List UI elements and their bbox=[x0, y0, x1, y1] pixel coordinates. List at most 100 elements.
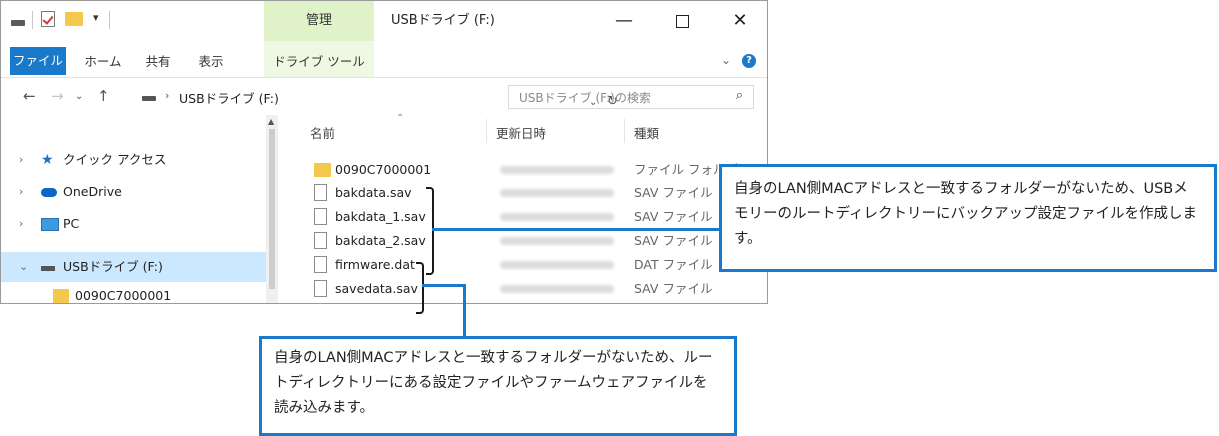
file-type: SAV ファイル bbox=[634, 281, 713, 296]
connector-line bbox=[463, 284, 466, 338]
address-row: ← → ⌄ ↑ › USBドライブ (F:) ⌄ ↻ USBドライブ (F:)の… bbox=[1, 79, 767, 115]
annotation-backup: 自身のLAN側MACアドレスと一致するフォルダーがないため、USBメモリーのルー… bbox=[719, 164, 1217, 272]
minimize-button[interactable]: — bbox=[601, 1, 647, 41]
sidebar-item-label: クイック アクセス bbox=[63, 152, 167, 167]
sidebar-item-label: 0090C7000001 bbox=[75, 288, 172, 303]
date-redacted bbox=[500, 285, 614, 293]
date-redacted bbox=[500, 189, 614, 197]
file-name: bakdata.sav bbox=[335, 185, 412, 200]
drive-icon bbox=[142, 96, 156, 101]
collapse-icon[interactable]: ⌄ bbox=[19, 252, 28, 282]
file-name: savedata.sav bbox=[335, 281, 418, 296]
forward-button[interactable]: → bbox=[51, 87, 64, 105]
expand-icon[interactable]: › bbox=[19, 209, 23, 239]
address-bar[interactable]: › USBドライブ (F:) ⌄ ↻ bbox=[123, 85, 618, 109]
sidebar-item-label: PC bbox=[63, 216, 80, 231]
tab-view[interactable]: 表示 bbox=[191, 49, 231, 75]
date-redacted bbox=[500, 213, 614, 221]
table-row[interactable]: 0090C7000001 ファイル フォルダー bbox=[278, 159, 767, 181]
expand-ribbon-icon[interactable]: ⌄ bbox=[721, 53, 731, 67]
scroll-thumb[interactable] bbox=[269, 129, 275, 289]
date-redacted bbox=[500, 237, 614, 245]
table-row[interactable]: bakdata_2.sav SAV ファイル bbox=[278, 230, 767, 252]
sidebar-item-usb-drive[interactable]: ⌄ USBドライブ (F:) bbox=[1, 252, 266, 282]
expand-icon[interactable]: › bbox=[19, 145, 23, 175]
computer-icon bbox=[41, 218, 59, 231]
sort-ascending-icon: ⌃ bbox=[396, 113, 405, 124]
tab-drive-tools[interactable]: ドライブ ツール bbox=[264, 49, 374, 75]
file-icon bbox=[314, 232, 327, 249]
folder-icon bbox=[53, 289, 69, 303]
file-type: SAV ファイル bbox=[634, 233, 713, 248]
file-type: SAV ファイル bbox=[634, 209, 713, 224]
column-divider[interactable] bbox=[624, 119, 625, 143]
breadcrumb[interactable]: USBドライブ (F:) bbox=[179, 88, 279, 107]
up-button[interactable]: ↑ bbox=[97, 87, 110, 105]
window-title: USBドライブ (F:) bbox=[391, 13, 495, 28]
sidebar-item-onedrive[interactable]: › OneDrive bbox=[1, 177, 266, 207]
separator bbox=[109, 11, 110, 29]
back-button[interactable]: ← bbox=[23, 87, 36, 105]
manage-tab[interactable]: 管理 bbox=[264, 1, 374, 41]
explorer-window: ▾ 管理 USBドライブ (F:) — ✕ ファイル ホーム 共有 表示 ドライ… bbox=[0, 0, 768, 304]
expand-icon[interactable]: › bbox=[19, 177, 23, 207]
drive-icon bbox=[41, 266, 55, 271]
separator bbox=[32, 11, 33, 29]
recent-locations-icon[interactable]: ⌄ bbox=[75, 91, 83, 102]
table-row[interactable]: firmware.dat DAT ファイル bbox=[278, 254, 767, 276]
file-name: 0090C7000001 bbox=[335, 162, 432, 177]
file-type: DAT ファイル bbox=[634, 257, 713, 272]
connector-line bbox=[432, 228, 720, 231]
scrollbar[interactable]: ▲ bbox=[266, 115, 278, 303]
file-list: ⌃ 名前 更新日時 種類 0090C7000001 ファイル フォルダー bak… bbox=[278, 113, 767, 303]
file-name: bakdata_2.sav bbox=[335, 233, 426, 248]
bracket-root-files bbox=[416, 262, 424, 314]
date-redacted bbox=[500, 261, 614, 269]
sidebar-item-label: USBドライブ (F:) bbox=[63, 259, 163, 274]
column-divider[interactable] bbox=[486, 119, 487, 143]
maximize-icon bbox=[675, 14, 689, 28]
drive-icon[interactable] bbox=[11, 20, 25, 26]
annotation-root-read: 自身のLAN側MACアドレスと一致するフォルダーがないため、ルートディレクトリー… bbox=[259, 336, 737, 436]
ribbon-tabs: ファイル ホーム 共有 表示 ドライブ ツール ⌄ ? bbox=[1, 41, 767, 78]
date-redacted bbox=[500, 166, 614, 174]
bracket-backup-files bbox=[426, 187, 434, 275]
file-icon bbox=[314, 256, 327, 273]
scroll-up-icon[interactable]: ▲ bbox=[268, 117, 274, 126]
breadcrumb-chevron-icon[interactable]: › bbox=[165, 89, 169, 102]
sidebar-item-folder[interactable]: 0090C7000001 bbox=[1, 281, 266, 303]
search-icon[interactable]: ⌕ bbox=[736, 88, 743, 103]
column-header-type[interactable]: 種類 bbox=[634, 123, 659, 142]
sidebar-item-quick-access[interactable]: › ★ クイック アクセス bbox=[1, 145, 266, 175]
title-bar: ▾ 管理 USBドライブ (F:) — ✕ bbox=[1, 1, 767, 41]
sidebar-item-pc[interactable]: › PC bbox=[1, 209, 266, 239]
close-button[interactable]: ✕ bbox=[717, 1, 763, 41]
folder-icon bbox=[314, 163, 331, 177]
file-icon bbox=[314, 184, 327, 201]
search-input[interactable]: USBドライブ (F:)の検索 ⌕ bbox=[508, 85, 754, 109]
connector-line bbox=[422, 284, 466, 287]
column-header-date[interactable]: 更新日時 bbox=[496, 123, 546, 142]
sidebar-item-label: OneDrive bbox=[63, 184, 122, 199]
file-type: SAV ファイル bbox=[634, 185, 713, 200]
tab-share[interactable]: 共有 bbox=[138, 49, 178, 75]
column-header-name[interactable]: 名前 bbox=[310, 123, 335, 142]
tab-file[interactable]: ファイル bbox=[10, 47, 66, 75]
cloud-icon bbox=[41, 188, 57, 197]
file-name: bakdata_1.sav bbox=[335, 209, 426, 224]
table-row[interactable]: bakdata.sav SAV ファイル bbox=[278, 182, 767, 204]
new-folder-icon[interactable] bbox=[65, 12, 83, 26]
table-row[interactable]: bakdata_1.sav SAV ファイル bbox=[278, 206, 767, 228]
customize-toolbar-dropdown[interactable]: ▾ bbox=[93, 11, 105, 27]
file-icon bbox=[314, 208, 327, 225]
tab-home[interactable]: ホーム bbox=[79, 49, 127, 75]
table-row[interactable]: savedata.sav SAV ファイル bbox=[278, 278, 767, 300]
maximize-button[interactable] bbox=[659, 1, 705, 41]
help-icon[interactable]: ? bbox=[742, 54, 756, 68]
navigation-pane: › ★ クイック アクセス › OneDrive › PC ⌄ USBドライブ … bbox=[1, 115, 278, 303]
file-icon bbox=[314, 280, 327, 297]
search-placeholder: USBドライブ (F:)の検索 bbox=[519, 91, 651, 105]
file-name: firmware.dat bbox=[335, 257, 415, 272]
properties-icon[interactable] bbox=[41, 11, 55, 27]
star-icon: ★ bbox=[41, 152, 54, 168]
